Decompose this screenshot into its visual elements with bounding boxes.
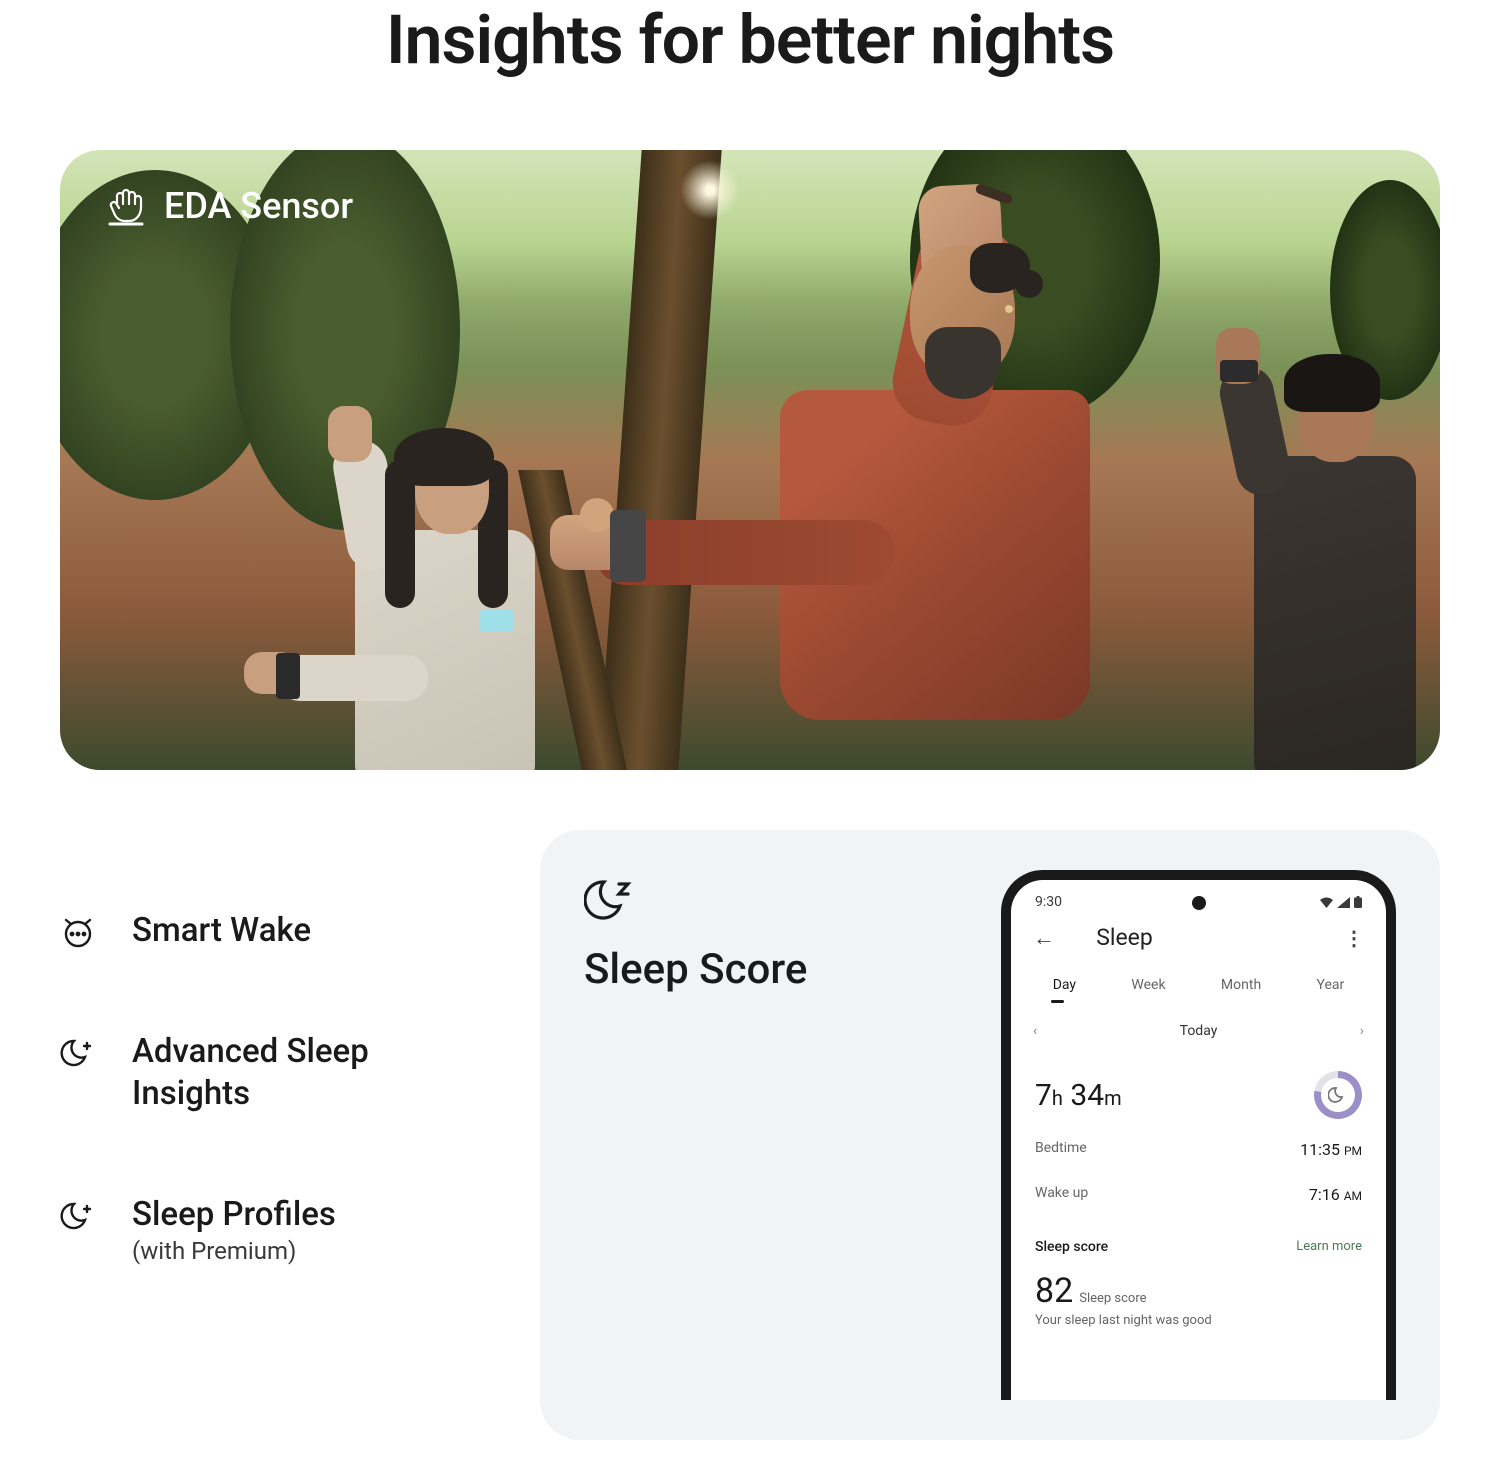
hero-illustration bbox=[60, 150, 1440, 770]
date-label: Today bbox=[1180, 1023, 1218, 1039]
more-button[interactable]: ⋮ bbox=[1344, 926, 1364, 950]
hero-image: EDA Sensor bbox=[60, 150, 1440, 770]
score-title: Sleep Score bbox=[584, 946, 807, 994]
phone-mockup: 9:30 ← Sleep ⋮ Day Week Month Year ‹ bbox=[1001, 870, 1396, 1400]
features-list: Smart Wake Advanced Sleep Insights Sleep… bbox=[60, 830, 480, 1440]
phone-camera bbox=[1192, 896, 1206, 910]
moon-plus-icon bbox=[60, 1035, 96, 1071]
hero-label: EDA Sensor bbox=[104, 184, 353, 228]
sleep-duration: 7h 34m bbox=[1035, 1078, 1122, 1113]
tab-year[interactable]: Year bbox=[1313, 971, 1349, 999]
wifi-icon bbox=[1320, 897, 1333, 908]
hand-sensor-icon bbox=[104, 184, 148, 228]
learn-more-link[interactable]: Learn more bbox=[1296, 1239, 1362, 1255]
feature-smart-wake: Smart Wake bbox=[60, 910, 480, 951]
feature-advanced-insights: Advanced Sleep Insights bbox=[60, 1031, 480, 1114]
app-title: Sleep bbox=[1096, 924, 1153, 951]
moon-sleep-icon bbox=[584, 874, 636, 926]
moon-icon bbox=[1314, 1071, 1362, 1119]
back-button[interactable]: ← bbox=[1033, 925, 1055, 951]
next-day-button[interactable]: › bbox=[1360, 1023, 1364, 1039]
status-time: 9:30 bbox=[1035, 894, 1062, 910]
time-tabs: Day Week Month Year bbox=[1011, 965, 1386, 999]
signal-icon bbox=[1337, 897, 1350, 908]
date-nav: ‹ Today › bbox=[1011, 999, 1386, 1053]
sleep-score-panel: Sleep Score 9:30 ← Sleep ⋮ Day Week Mont bbox=[540, 830, 1440, 1440]
tab-month[interactable]: Month bbox=[1217, 971, 1265, 999]
sleep-ring bbox=[1314, 1071, 1362, 1119]
tab-week[interactable]: Week bbox=[1127, 971, 1169, 999]
status-icons bbox=[1320, 896, 1362, 908]
feature-title: Sleep Profiles bbox=[132, 1194, 336, 1235]
prev-day-button[interactable]: ‹ bbox=[1033, 1023, 1037, 1039]
app-header: ← Sleep ⋮ bbox=[1011, 916, 1386, 965]
stat-wakeup: Wake up 7:16 AM bbox=[1011, 1172, 1386, 1217]
sleep-score-value: 82Sleep score Your sleep last night was … bbox=[1011, 1263, 1386, 1328]
feature-title: Smart Wake bbox=[132, 910, 311, 951]
feature-sleep-profiles: Sleep Profiles (with Premium) bbox=[60, 1194, 480, 1265]
sleep-score-section: Sleep score Learn more bbox=[1011, 1217, 1386, 1263]
stat-bedtime: Bedtime 11:35 PM bbox=[1011, 1127, 1386, 1172]
page-title: Insights for better nights bbox=[0, 0, 1500, 80]
moon-plus-icon bbox=[60, 1198, 96, 1234]
battery-icon bbox=[1354, 896, 1362, 908]
feature-title: Advanced Sleep Insights bbox=[132, 1031, 480, 1114]
hero-label-text: EDA Sensor bbox=[164, 185, 353, 227]
feature-subtitle: (with Premium) bbox=[132, 1237, 336, 1265]
alarm-icon bbox=[60, 914, 96, 950]
tab-day[interactable]: Day bbox=[1049, 971, 1080, 999]
